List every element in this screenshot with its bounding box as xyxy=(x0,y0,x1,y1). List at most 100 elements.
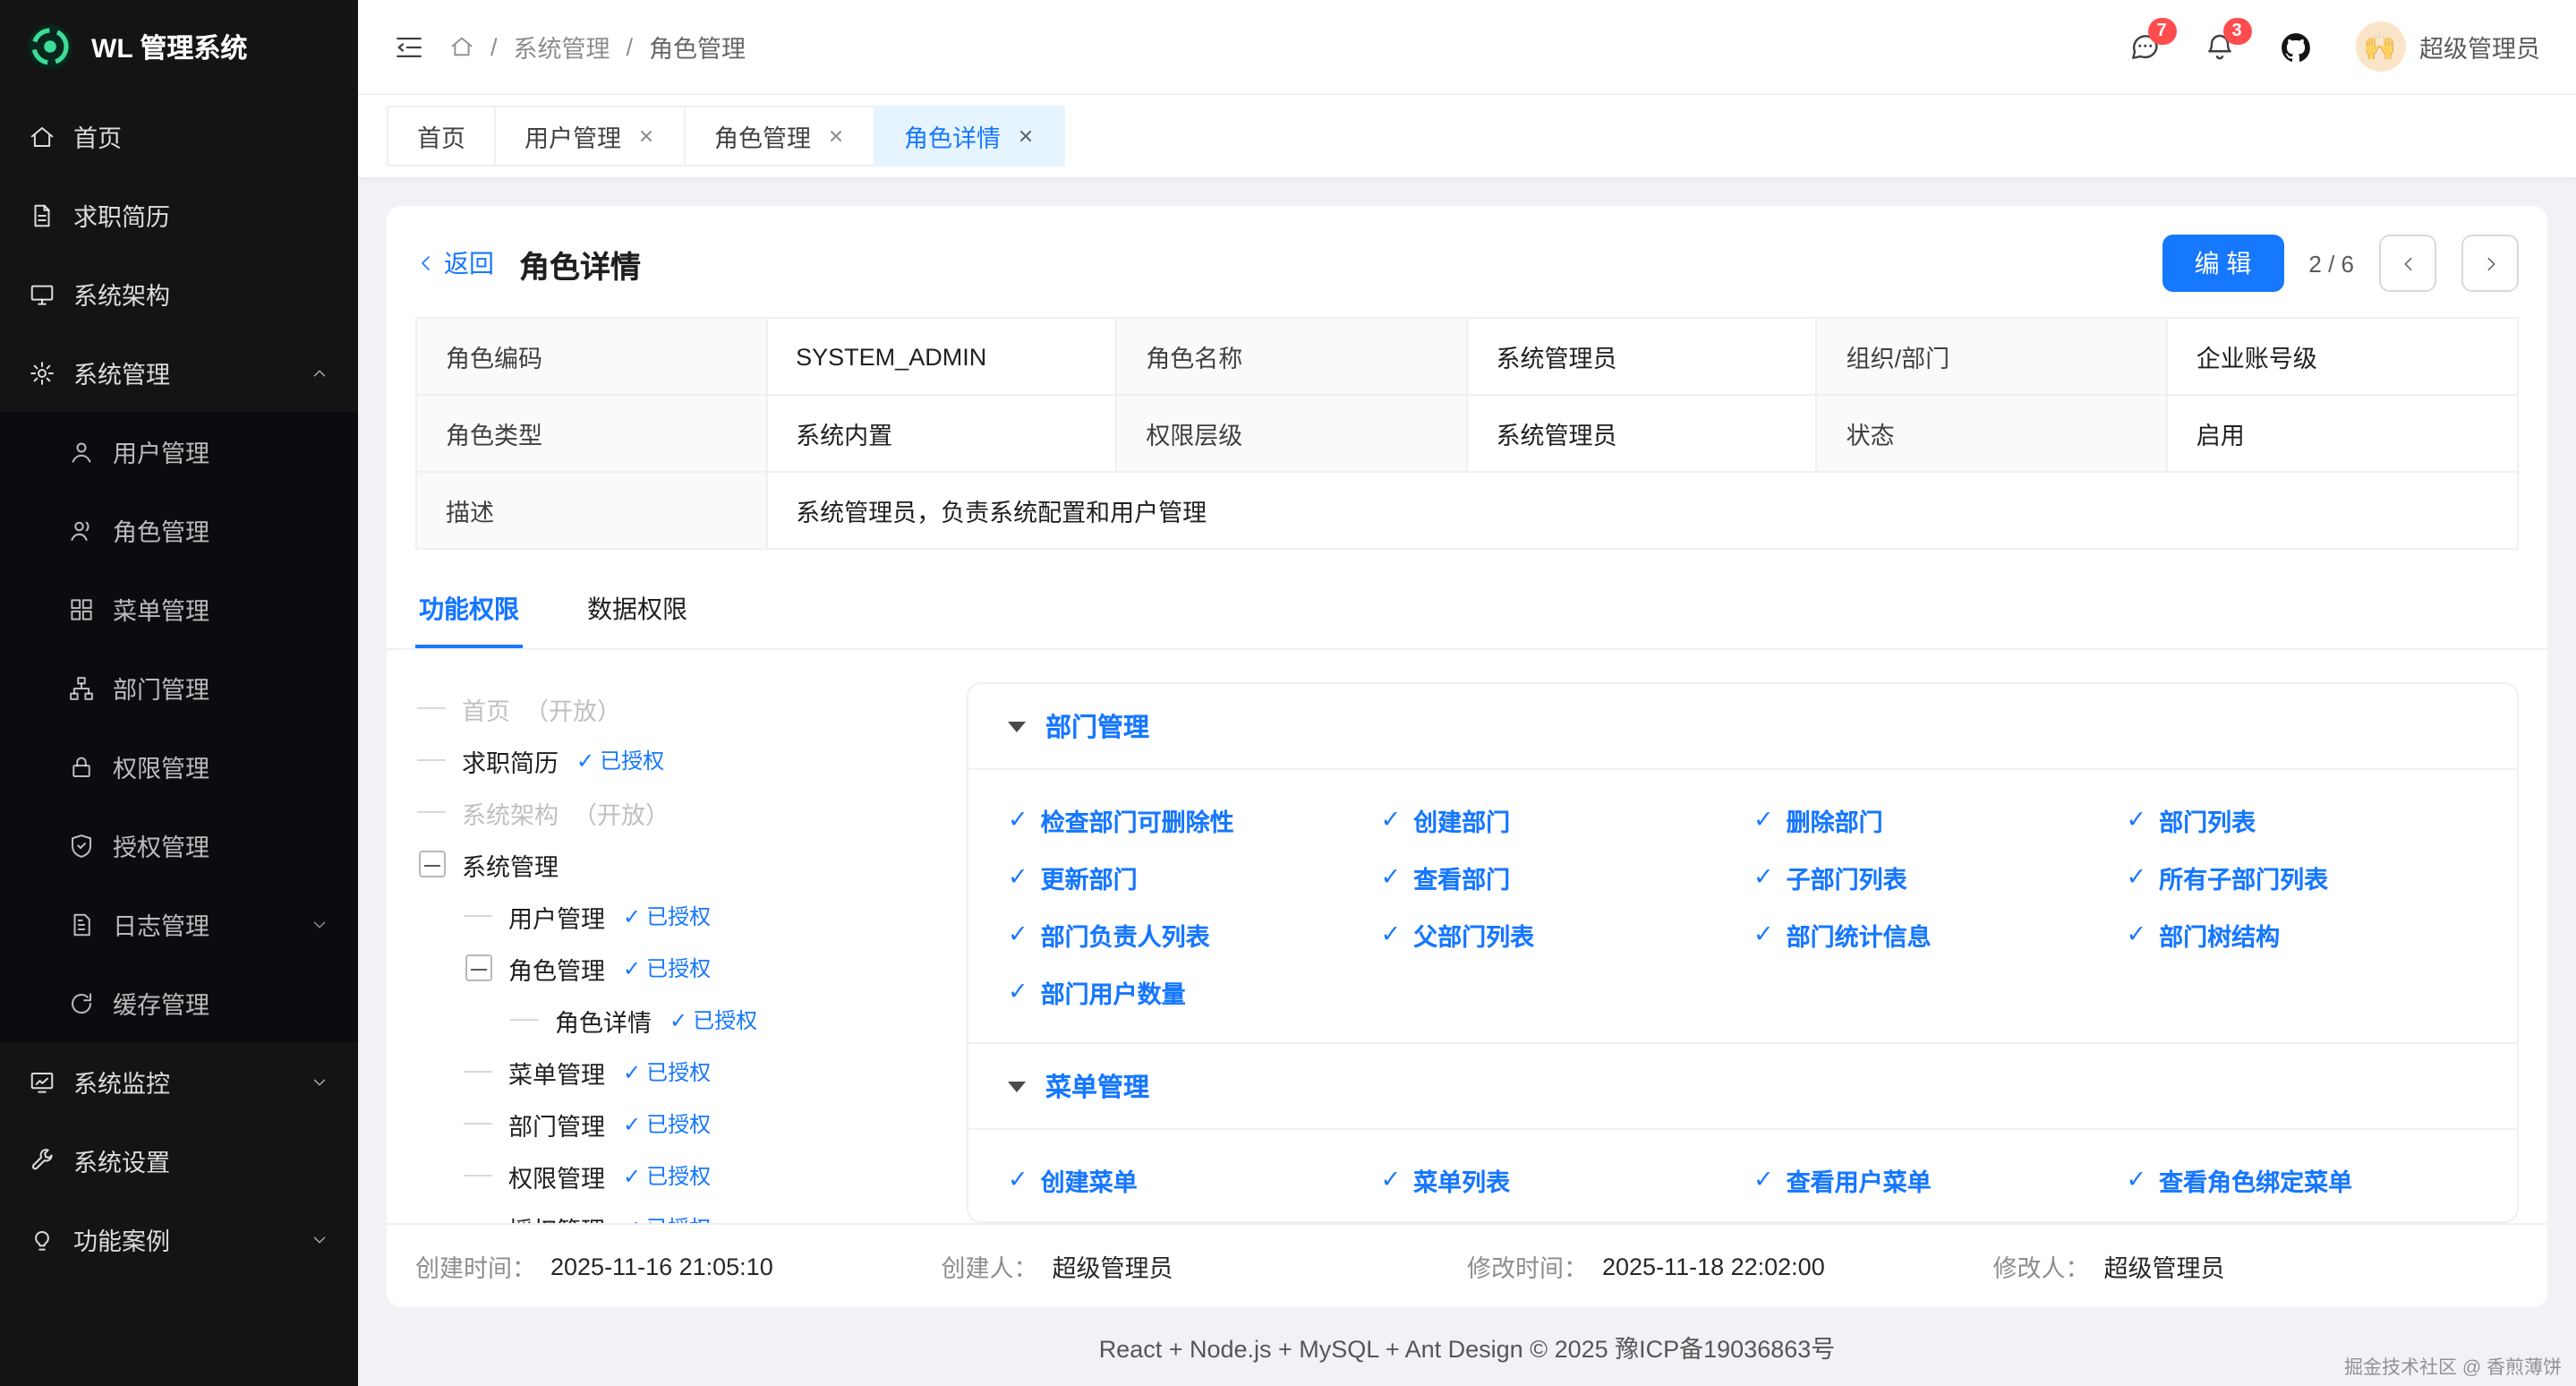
breadcrumb-separator: / xyxy=(490,33,498,60)
prev-record-button[interactable] xyxy=(2379,235,2436,292)
tab-user-mgmt[interactable]: 用户管理 xyxy=(494,106,686,167)
permission-item[interactable]: ✓创建菜单 xyxy=(1008,1162,1360,1198)
breadcrumb-item-role-mgmt[interactable]: 角色管理 xyxy=(649,29,746,64)
cache-icon xyxy=(68,989,95,1016)
system-mgmt-submenu: 用户管理 角色管理 菜单管理 部门管理 权限管理 xyxy=(0,412,358,1042)
panel-header[interactable]: 菜单管理 xyxy=(968,1044,2517,1128)
check-icon: ✓ xyxy=(1753,863,1774,892)
field-value: 启用 xyxy=(2167,395,2518,472)
permission-item[interactable]: ✓子部门列表 xyxy=(1753,860,2105,895)
tree-node-system-mgmt[interactable]: 系统管理 xyxy=(415,838,952,890)
sidebar-item-perm-mgmt[interactable]: 权限管理 xyxy=(0,727,358,806)
sidebar-item-auth-mgmt[interactable]: 授权管理 xyxy=(0,806,358,885)
collapse-expander-icon[interactable] xyxy=(415,851,448,877)
permission-item[interactable]: ✓部门负责人列表 xyxy=(1008,917,1360,953)
notifications-button[interactable]: 3 xyxy=(2203,30,2235,63)
permission-item[interactable]: ✓更新部门 xyxy=(1008,860,1360,895)
close-icon[interactable] xyxy=(637,127,655,145)
tab-function-permissions[interactable]: 功能权限 xyxy=(415,575,523,648)
tree-node-menu-mgmt[interactable]: 菜单管理 ✓已授权 xyxy=(415,1046,952,1098)
tree-node-role-mgmt[interactable]: 角色管理 ✓已授权 xyxy=(415,942,952,994)
permission-item[interactable]: ✓删除部门 xyxy=(1753,802,2105,838)
user-menu[interactable]: 🙌 超级管理员 xyxy=(2355,21,2540,72)
github-button[interactable] xyxy=(2278,30,2312,64)
check-icon: ✓ xyxy=(623,1111,641,1136)
sidebar-item-log-mgmt[interactable]: 日志管理 xyxy=(0,885,358,963)
permission-item[interactable]: ✓菜单列表 xyxy=(1381,1162,1733,1198)
tree-line xyxy=(462,1071,494,1073)
tree-node-dept-mgmt[interactable]: 部门管理 ✓已授权 xyxy=(415,1098,952,1150)
sidebar-item-system-settings[interactable]: 系统设置 xyxy=(0,1121,358,1200)
menu-tree: 首页 （开放） 求职简历 ✓已授权 系统架构 （开放） xyxy=(415,682,952,1223)
app-logo[interactable]: WL 管理系统 xyxy=(0,0,358,93)
table-row: 描述 系统管理员，负责系统配置和用户管理 xyxy=(416,472,2518,549)
permission-item[interactable]: ✓部门统计信息 xyxy=(1753,917,2105,953)
tree-node-resume[interactable]: 求职简历 ✓已授权 xyxy=(415,734,952,786)
tree-node-architecture[interactable]: 系统架构 （开放） xyxy=(415,786,952,838)
tab-role-mgmt[interactable]: 角色管理 xyxy=(684,106,875,167)
panel-item-grid: ✓检查部门可删除性 ✓创建部门 ✓删除部门 ✓部门列表 ✓更新部门 ✓查看部门 … xyxy=(968,768,2517,1042)
messages-button[interactable]: 7 xyxy=(2128,30,2160,63)
sidebar-item-menu-mgmt[interactable]: 菜单管理 xyxy=(0,569,358,648)
close-icon[interactable] xyxy=(1017,127,1035,145)
authorized-tag: ✓已授权 xyxy=(623,1212,711,1223)
role-info-table: 角色编码 SYSTEM_ADMIN 角色名称 系统管理员 组织/部门 企业账号级… xyxy=(415,317,2519,550)
tree-node-home[interactable]: 首页 （开放） xyxy=(415,682,952,734)
field-value: 企业账号级 xyxy=(2167,318,2518,395)
sidebar-item-architecture[interactable]: 系统架构 xyxy=(0,254,358,333)
breadcrumb-item-system-mgmt[interactable]: 系统管理 xyxy=(514,29,610,64)
field-value: SYSTEM_ADMIN xyxy=(766,318,1116,395)
permission-item[interactable]: ✓部门树结构 xyxy=(2127,917,2478,953)
permission-item[interactable]: ✓父部门列表 xyxy=(1381,917,1733,953)
permission-item[interactable]: ✓创建部门 xyxy=(1381,802,1733,838)
sidebar-item-cache-mgmt[interactable]: 缓存管理 xyxy=(0,963,358,1042)
sidebar-item-resume[interactable]: 求职简历 xyxy=(0,175,358,254)
top-header: / 系统管理 / 角色管理 7 3 🙌 超级管理员 xyxy=(358,0,2576,93)
gear-icon xyxy=(29,359,55,386)
permission-item[interactable]: ✓部门用户数量 xyxy=(1008,974,1360,1010)
sidebar-item-user-mgmt[interactable]: 用户管理 xyxy=(0,412,358,491)
next-record-button[interactable] xyxy=(2461,235,2519,292)
permission-item[interactable]: ✓部门列表 xyxy=(2127,802,2478,838)
tab-home[interactable]: 首页 xyxy=(387,106,496,167)
field-label: 角色编码 xyxy=(416,318,766,395)
chevron-down-icon xyxy=(310,1229,329,1249)
permission-item[interactable]: ✓所有子部门列表 xyxy=(2127,860,2478,895)
permission-item[interactable]: ✓查看用户菜单 xyxy=(1753,1162,2105,1198)
sidebar-item-role-mgmt[interactable]: 角色管理 xyxy=(0,491,358,569)
architecture-icon xyxy=(29,280,55,307)
modified-time: 修改时间： 2025-11-18 22:02:00 xyxy=(1467,1248,1993,1284)
tree-node-perm-mgmt[interactable]: 权限管理 ✓已授权 xyxy=(415,1150,952,1202)
collapse-expander-icon[interactable] xyxy=(462,954,494,981)
edit-button[interactable]: 编 辑 xyxy=(2162,235,2284,292)
check-icon: ✓ xyxy=(2127,920,2147,949)
tree-node-auth-mgmt[interactable]: 授权管理 ✓已授权 xyxy=(415,1202,952,1223)
panel-header[interactable]: 部门管理 xyxy=(968,684,2517,768)
sidebar-item-system-monitor[interactable]: 系统监控 xyxy=(0,1042,358,1121)
table-row: 角色编码 SYSTEM_ADMIN 角色名称 系统管理员 组织/部门 企业账号级 xyxy=(416,318,2518,395)
permission-item[interactable]: ✓查看部门 xyxy=(1381,860,1733,895)
permission-item[interactable]: ✓查看角色绑定菜单 xyxy=(2127,1162,2478,1198)
permission-item[interactable]: ✓检查部门可删除性 xyxy=(1008,802,1360,838)
tab-role-detail[interactable]: 角色详情 xyxy=(874,106,1065,167)
close-icon[interactable] xyxy=(827,127,845,145)
sidebar-item-feature-cases[interactable]: 功能案例 xyxy=(0,1200,358,1279)
home-icon[interactable] xyxy=(449,34,474,59)
sidebar-item-system-mgmt[interactable]: 系统管理 xyxy=(0,333,358,412)
creator: 创建人： 超级管理员 xyxy=(942,1248,1468,1284)
sidebar-item-dept-mgmt[interactable]: 部门管理 xyxy=(0,648,358,727)
tab-data-permissions[interactable]: 数据权限 xyxy=(584,575,691,648)
tree-node-user-mgmt[interactable]: 用户管理 ✓已授权 xyxy=(415,890,952,942)
field-value: 系统管理员 xyxy=(1466,318,1816,395)
field-value: 系统管理员 xyxy=(1466,395,1816,472)
menu-fold-icon[interactable] xyxy=(394,31,424,62)
tree-line xyxy=(462,1123,494,1125)
header-actions: 7 3 🙌 超级管理员 xyxy=(2128,21,2540,72)
sidebar-item-home[interactable]: 首页 xyxy=(0,97,358,175)
panel-item-grid: ✓创建菜单 ✓菜单列表 ✓查看用户菜单 ✓查看角色绑定菜单 xyxy=(968,1128,2517,1223)
table-row: 角色类型 系统内置 权限层级 系统管理员 状态 启用 xyxy=(416,395,2518,472)
check-icon: ✓ xyxy=(1381,1166,1402,1194)
tree-node-role-detail[interactable]: 角色详情 ✓已授权 xyxy=(415,994,952,1046)
app-root: WL 管理系统 首页 求职简历 系统架构 系统管理 xyxy=(0,0,2576,1386)
back-button[interactable]: 返回 xyxy=(415,245,494,281)
